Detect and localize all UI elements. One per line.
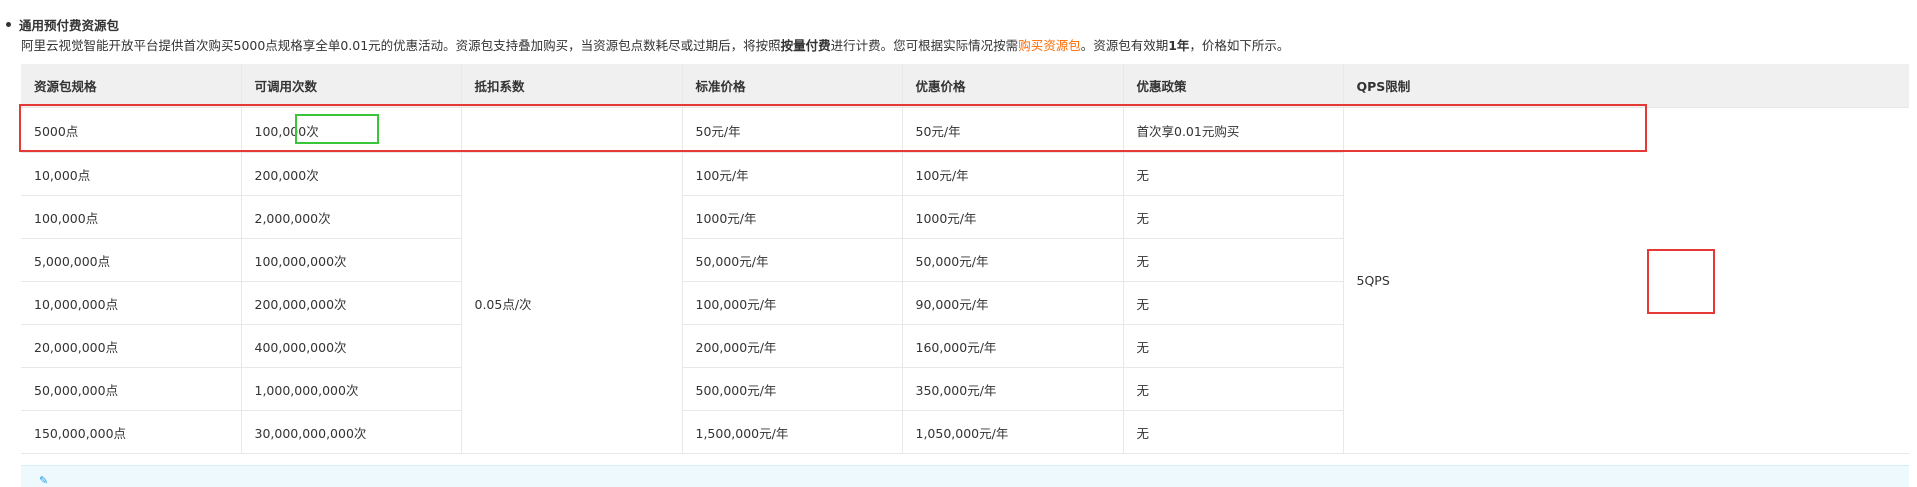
cell-spec: 100,000点 (21, 195, 242, 239)
description-bold-payg: 按量付费 (780, 38, 831, 53)
section-heading-text: 通用预付费资源包 (19, 17, 120, 33)
cell-calls: 2,000,000次 (241, 195, 462, 239)
header-promo-policy: 优惠政策 (1123, 64, 1344, 108)
cell-spec: 10,000,000点 (21, 281, 242, 325)
header-qps-limit: QPS限制 (1343, 64, 1909, 108)
cell-standard-price: 100元/年 (682, 152, 903, 196)
bullet-icon (6, 21, 11, 27)
pricing-table: 资源包规格 可调用次数 抵扣系数 标准价格 优惠价格 优惠政策 QPS限制 50… (21, 64, 1909, 454)
table-header-row: 资源包规格 可调用次数 抵扣系数 标准价格 优惠价格 优惠政策 QPS限制 (21, 64, 1909, 108)
cell-promo-price: 50元/年 (902, 107, 1124, 153)
cell-standard-price: 500,000元/年 (682, 367, 903, 411)
cell-standard-price: 100,000元/年 (682, 281, 903, 325)
cell-spec: 20,000,000点 (21, 324, 242, 368)
cell-calls: 1,000,000,000次 (241, 367, 462, 411)
cell-calls: 400,000,000次 (241, 324, 462, 368)
cell-spec: 5,000,000点 (21, 238, 242, 282)
section-description: 阿里云视觉智能开放平台提供首次购买5000点规格享全单0.01元的优惠活动。资源… (21, 36, 1289, 56)
cell-standard-price: 1,500,000元/年 (682, 410, 903, 454)
cell-deduction-empty (461, 107, 683, 153)
cell-promo-policy: 无 (1123, 238, 1344, 282)
cell-promo-policy: 无 (1123, 324, 1344, 368)
note-box: ✎ (21, 465, 1909, 487)
cell-promo-policy: 无 (1123, 281, 1344, 325)
header-spec: 资源包规格 (21, 64, 242, 108)
cell-spec: 10,000点 (21, 152, 242, 196)
cell-calls: 30,000,000,000次 (241, 410, 462, 454)
description-text-1: 阿里云视觉智能开放平台提供首次购买5000点规格享全单0.01元的优惠活动。资源… (21, 38, 781, 53)
description-text-4: ，价格如下所示。 (1189, 38, 1290, 53)
cell-qps-limit: 5QPS (1343, 107, 1909, 454)
header-standard-price: 标准价格 (682, 64, 903, 108)
cell-calls: 100,000,000次 (241, 238, 462, 282)
cell-standard-price: 200,000元/年 (682, 324, 903, 368)
header-calls: 可调用次数 (241, 64, 462, 108)
cell-promo-policy: 无 (1123, 367, 1344, 411)
page: 通用预付费资源包 阿里云视觉智能开放平台提供首次购买5000点规格享全单0.01… (0, 0, 1917, 487)
cell-standard-price: 50,000元/年 (682, 238, 903, 282)
cell-spec: 150,000,000点 (21, 410, 242, 454)
cell-promo-policy: 无 (1123, 195, 1344, 239)
section-heading: 通用预付费资源包 (6, 14, 119, 34)
cell-standard-price: 1000元/年 (682, 195, 903, 239)
cell-spec: 50,000,000点 (21, 367, 242, 411)
cell-standard-price: 50元/年 (682, 107, 903, 153)
description-text-2: 进行计费。您可根据实际情况按需 (830, 38, 1019, 53)
cell-promo-price: 100元/年 (902, 152, 1124, 196)
info-icon: ✎ (39, 474, 49, 487)
description-text-3: 。资源包有效期 (1080, 38, 1169, 53)
cell-promo-policy: 无 (1123, 410, 1344, 454)
table-row: 5000点 100,000次 50元/年 50元/年 首次享0.01元购买 5Q… (21, 107, 1909, 454)
cell-deduction: 0.05点/次 (461, 152, 683, 454)
cell-promo-price: 1,050,000元/年 (902, 410, 1124, 454)
header-promo-price: 优惠价格 (902, 64, 1124, 108)
cell-promo-price: 160,000元/年 (902, 324, 1124, 368)
cell-calls: 200,000,000次 (241, 281, 462, 325)
buy-resource-pack-link[interactable]: 购买资源包 (1018, 38, 1081, 53)
cell-promo-policy: 首次享0.01元购买 (1123, 107, 1344, 153)
header-deduction: 抵扣系数 (461, 64, 683, 108)
cell-spec: 5000点 (21, 107, 242, 153)
cell-calls: 100,000次 (241, 107, 462, 153)
cell-calls: 200,000次 (241, 152, 462, 196)
cell-promo-price: 1000元/年 (902, 195, 1124, 239)
cell-promo-policy: 无 (1123, 152, 1344, 196)
cell-promo-price: 350,000元/年 (902, 367, 1124, 411)
cell-promo-price: 90,000元/年 (902, 281, 1124, 325)
cell-promo-price: 50,000元/年 (902, 238, 1124, 282)
description-bold-validity: 1年 (1168, 38, 1190, 53)
